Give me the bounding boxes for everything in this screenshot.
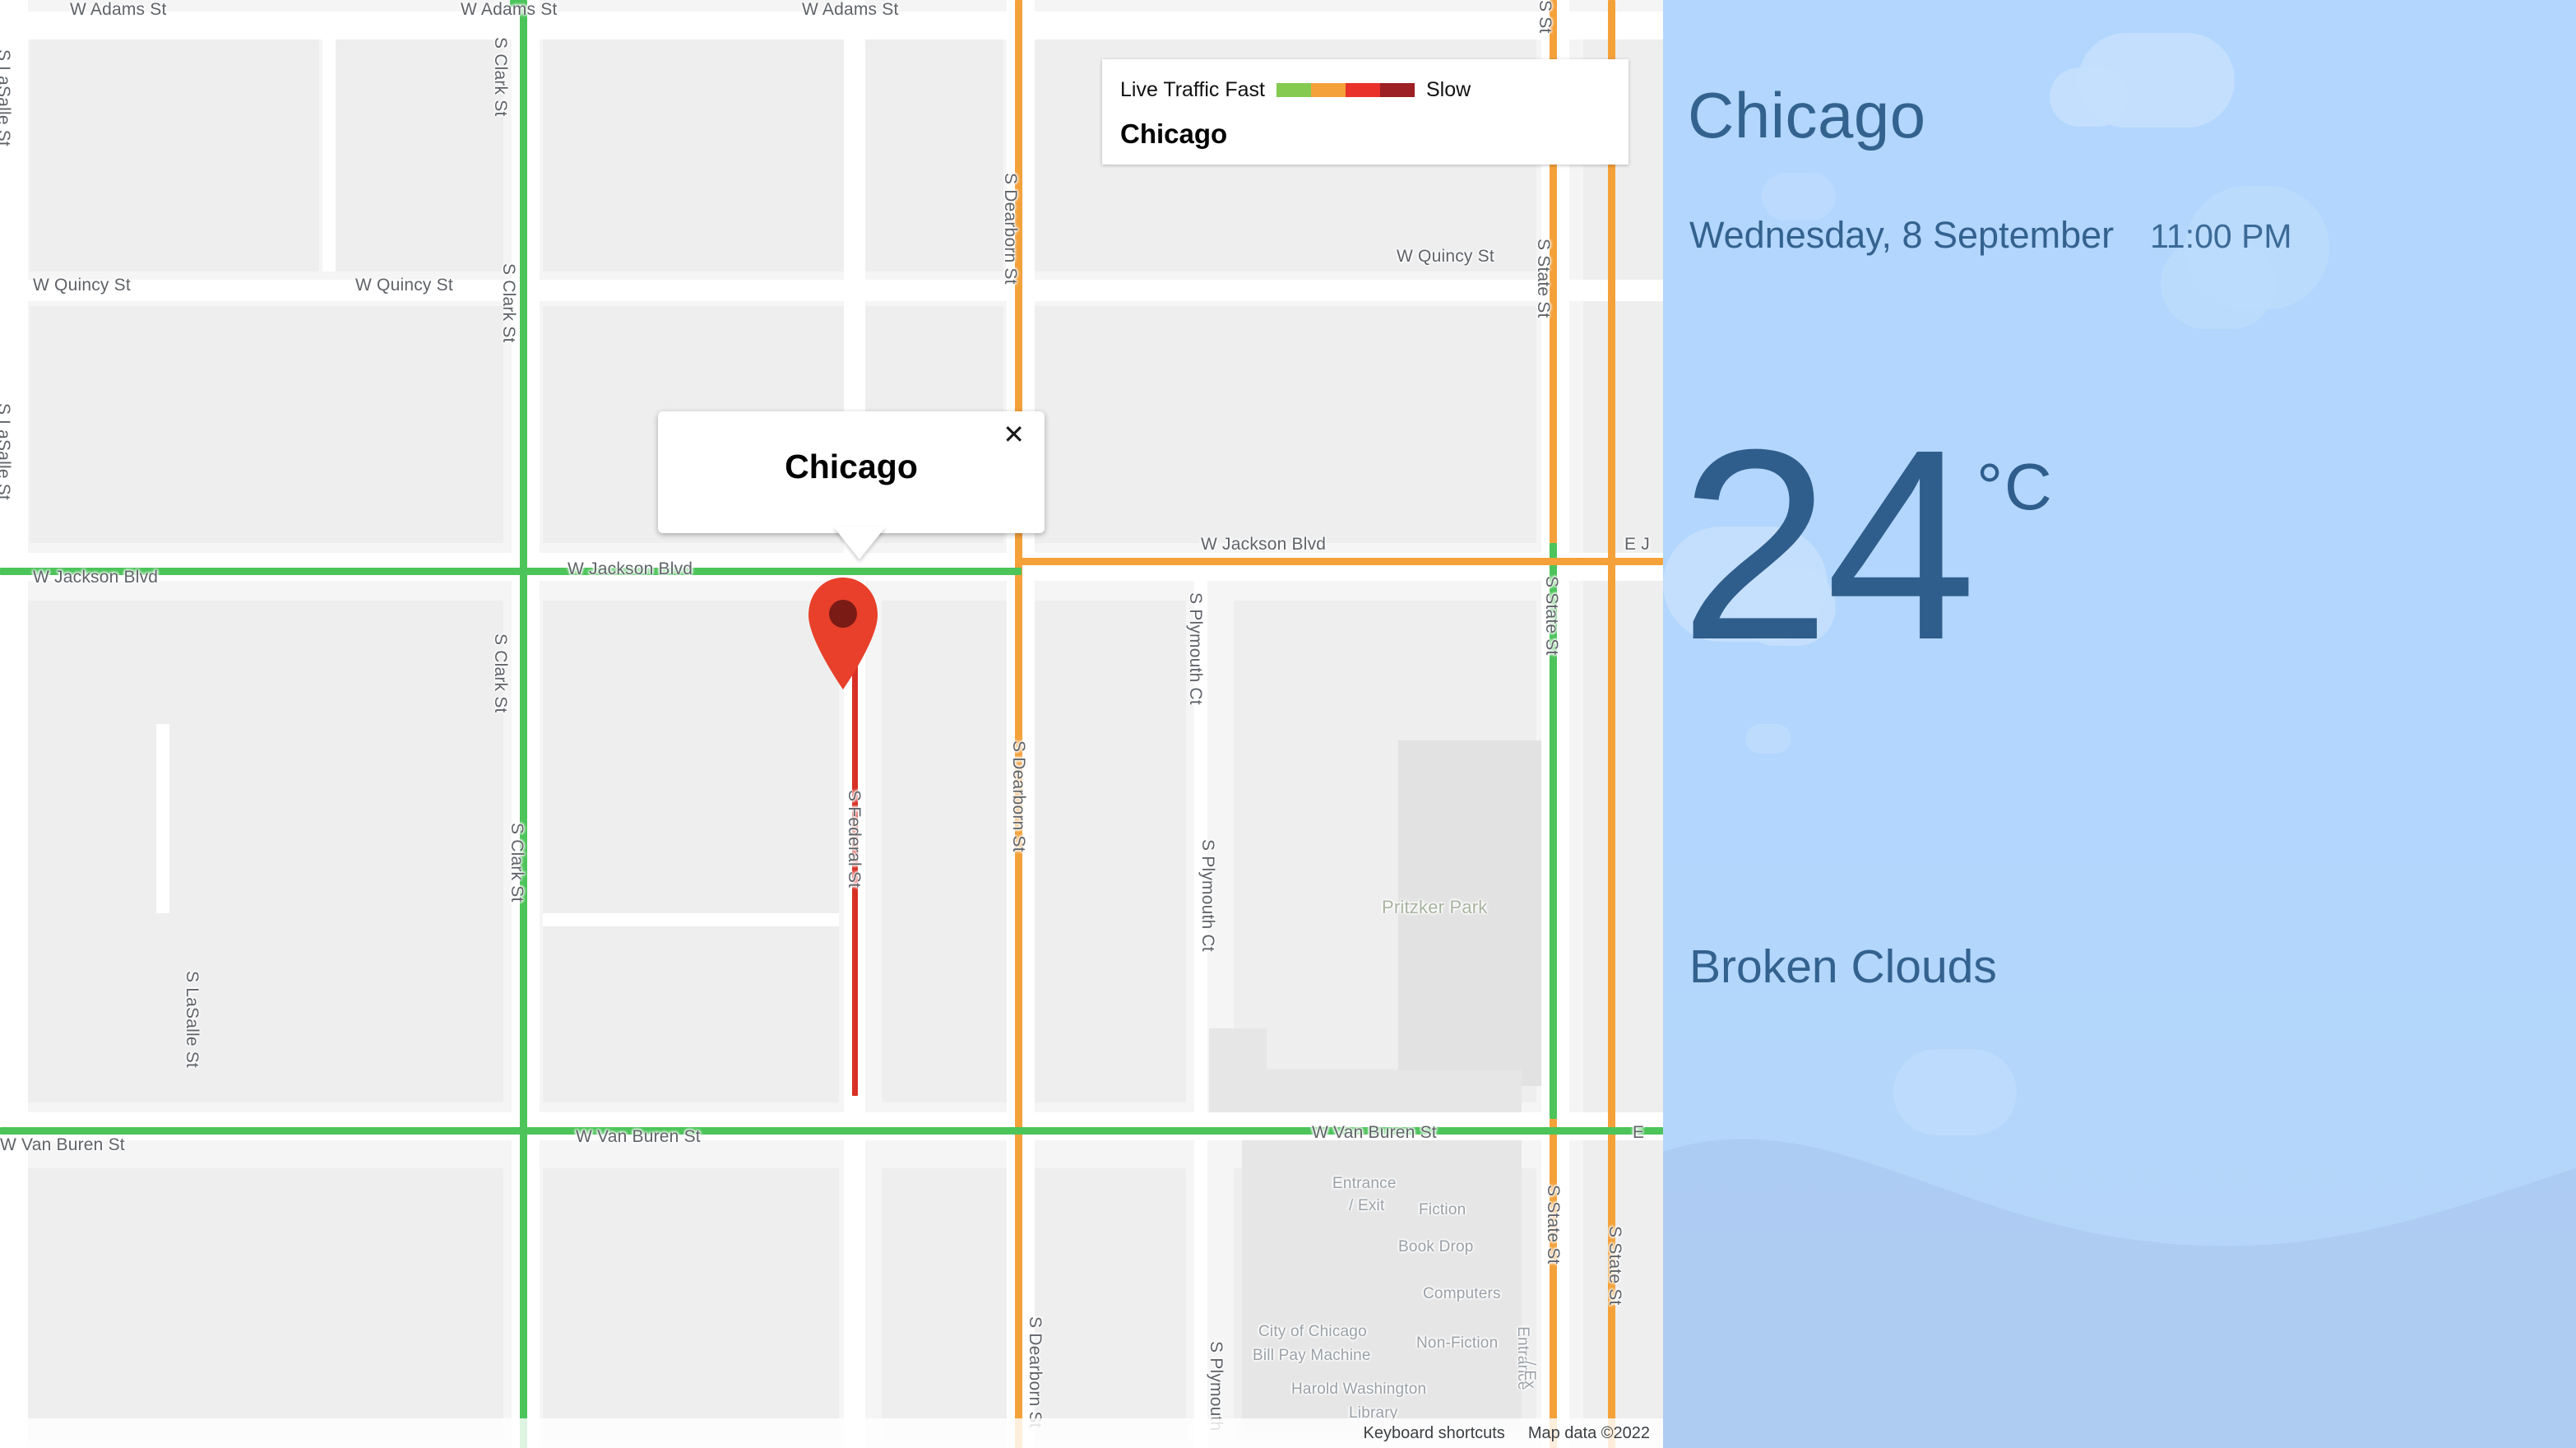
street-label: S Plymouth bbox=[1207, 1341, 1225, 1432]
road-alley bbox=[322, 36, 336, 272]
traffic-swatch bbox=[1276, 82, 1311, 97]
map-data-attribution: Map data ©2022 bbox=[1527, 1423, 1650, 1442]
pritzker-park-shape bbox=[1398, 740, 1563, 1086]
close-icon[interactable]: ✕ bbox=[998, 418, 1030, 451]
weather-condition-description: Broken Clouds bbox=[1689, 940, 1997, 993]
weather-temperature-unit: °C bbox=[1976, 450, 2054, 523]
map-block bbox=[0, 601, 503, 1102]
traffic-legend-city: Chicago bbox=[1120, 118, 1228, 149]
weather-content: Chicago Wednesday, 8 September 11:00 PM … bbox=[1663, 0, 2576, 1448]
road-w-adams-st bbox=[0, 12, 1663, 39]
map-panel[interactable]: W Adams StW Adams StW Adams StS LaSalle … bbox=[0, 0, 1663, 1448]
road-alley bbox=[156, 724, 169, 913]
map-block bbox=[332, 36, 503, 272]
traffic-legend-row: Live Traffic Fast Slow bbox=[1120, 76, 1610, 104]
map-block bbox=[543, 36, 1003, 272]
traffic-swatches bbox=[1276, 82, 1415, 97]
map-block bbox=[543, 601, 839, 1102]
traffic-w-jackson-blvd-east bbox=[1022, 558, 1663, 565]
traffic-s-clark-st bbox=[520, 0, 527, 1448]
app-root: W Adams StW Adams StW Adams StS LaSalle … bbox=[0, 0, 2576, 1448]
weather-temperature-value: 24 bbox=[1679, 392, 1976, 696]
live-traffic-label: Live Traffic Fast bbox=[1120, 77, 1265, 101]
traffic-arterial-east bbox=[1608, 0, 1615, 1448]
map-block bbox=[30, 36, 319, 272]
map-block bbox=[1035, 306, 1536, 543]
road-w-van-buren-st bbox=[0, 1112, 1663, 1140]
info-window-tail bbox=[833, 527, 886, 559]
road-w-quincy-st bbox=[0, 280, 1663, 301]
road-s-lasalle-st bbox=[0, 0, 28, 1448]
weather-city-name: Chicago bbox=[1688, 79, 1926, 151]
weather-time: 11:00 PM bbox=[2150, 217, 2292, 255]
traffic-w-van-buren-st bbox=[0, 1127, 1663, 1135]
traffic-swatch bbox=[1311, 82, 1346, 97]
traffic-w-jackson-blvd-west bbox=[0, 568, 1022, 575]
map-footer: Keyboard shortcuts Map data ©2022 bbox=[0, 1418, 1663, 1448]
weather-date: Wednesday, 8 September bbox=[1689, 214, 2115, 256]
road-s-plymouth-ct bbox=[1194, 553, 1207, 1448]
traffic-s-dearborn-st bbox=[1015, 0, 1022, 1448]
map-block bbox=[543, 1168, 839, 1440]
traffic-swatch bbox=[1380, 82, 1415, 97]
info-window-title: Chicago bbox=[785, 448, 918, 485]
traffic-s-state-st-mid bbox=[1550, 543, 1557, 1119]
weather-datetime: Wednesday, 8 September 11:00 PM bbox=[1689, 214, 2292, 257]
weather-panel: Chicago Wednesday, 8 September 11:00 PM … bbox=[1663, 0, 2576, 1448]
map-block bbox=[30, 306, 503, 543]
map-info-window[interactable]: ✕ Chicago bbox=[658, 411, 1045, 533]
map-block bbox=[1583, 36, 1663, 1435]
traffic-w-adams-st bbox=[510, 0, 526, 7]
weather-temperature-block: 24 °C bbox=[1679, 392, 2054, 696]
road-alley bbox=[543, 913, 839, 926]
chicago-map-marker-icon[interactable] bbox=[802, 576, 884, 689]
keyboard-shortcuts-label[interactable]: Keyboard shortcuts bbox=[1363, 1424, 1504, 1443]
map-block bbox=[0, 1168, 503, 1440]
traffic-legend-panel[interactable]: Live Traffic Fast Slow Chicago bbox=[1102, 59, 1629, 165]
slow-label: Slow bbox=[1426, 77, 1471, 101]
traffic-swatch bbox=[1346, 82, 1380, 97]
traffic-s-state-st-south bbox=[1550, 1119, 1557, 1448]
